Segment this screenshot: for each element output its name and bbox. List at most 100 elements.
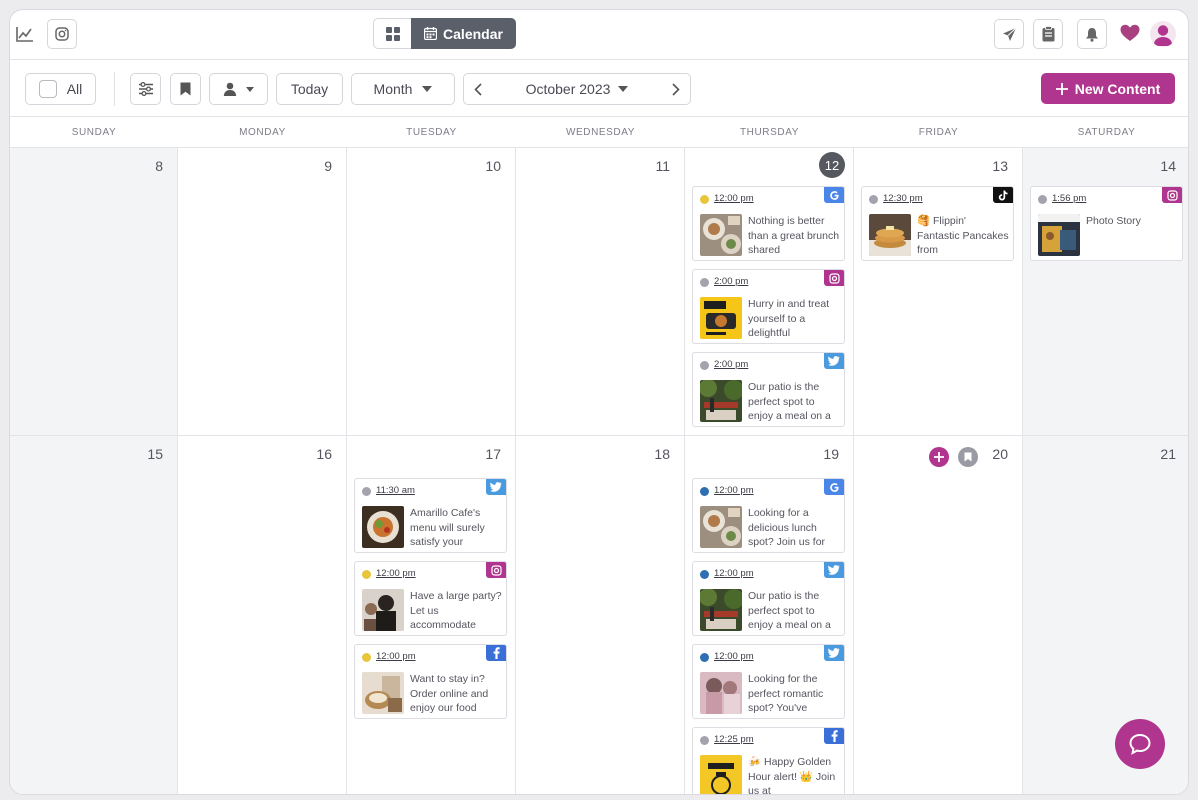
month-picker[interactable]: October 2023 xyxy=(526,81,629,97)
day-cell[interactable]: 10 xyxy=(347,148,516,436)
add-post-button[interactable] xyxy=(929,447,949,467)
post-thumbnail xyxy=(700,506,742,548)
day-cell[interactable]: 17 11:30 am Amarillo Cafe's menu will su… xyxy=(347,436,516,794)
analytics-icon[interactable] xyxy=(10,19,40,49)
post-text: 🥞 Flippin' Fantastic Pancakes from xyxy=(917,215,1009,256)
weekday-header: TUESDAY xyxy=(406,126,457,138)
bookmark-button[interactable] xyxy=(170,73,201,105)
status-dot xyxy=(700,570,709,579)
post-time[interactable]: 12:00 pm xyxy=(376,568,416,579)
post-time[interactable]: 12:00 pm xyxy=(714,568,754,579)
post-card[interactable]: 12:00 pm Looking for a delicious lunch s… xyxy=(692,478,845,553)
post-card[interactable]: 11:30 am Amarillo Cafe's menu will surel… xyxy=(354,478,507,553)
day-cell[interactable]: 9 xyxy=(178,148,347,436)
grid-icon xyxy=(385,26,400,41)
calendar-icon xyxy=(424,27,438,40)
day-cell[interactable]: 16 xyxy=(178,436,347,794)
day-cell[interactable]: 15 xyxy=(10,436,178,794)
post-time[interactable]: 2:00 pm xyxy=(714,276,748,287)
post-thumbnail xyxy=(362,589,404,631)
post-card[interactable]: 2:00 pm Hurry in and treat yourself to a… xyxy=(692,269,845,344)
twitter-icon xyxy=(486,479,506,495)
view-mode-dropdown[interactable]: Month xyxy=(351,73,455,105)
post-card[interactable]: 12:30 pm 🥞 Flippin' Fantastic Pancakes f… xyxy=(861,186,1014,261)
day-cell[interactable]: 8 xyxy=(10,148,178,436)
post-card[interactable]: 2:00 pm Our patio is the perfect spot to… xyxy=(692,352,845,427)
favorites-heart-icon[interactable] xyxy=(1120,24,1140,47)
select-all-checkbox[interactable] xyxy=(38,80,57,98)
post-card[interactable]: 12:00 pm Have a large party? Let us acco… xyxy=(354,561,507,636)
notifications-button[interactable] xyxy=(1077,19,1107,49)
post-thumbnail xyxy=(869,214,911,256)
day-number: 9 xyxy=(324,158,332,174)
user-filter-dropdown[interactable] xyxy=(209,73,268,105)
caret-down-icon xyxy=(618,86,629,92)
post-text: Our patio is the perfect spot to enjoy a… xyxy=(748,381,831,422)
twitter-icon xyxy=(824,353,844,369)
new-content-label: New Content xyxy=(1074,80,1161,97)
chevron-left-icon[interactable] xyxy=(474,82,482,96)
post-card[interactable]: 12:00 pm Looking for the perfect romanti… xyxy=(692,644,845,719)
post-time[interactable]: 2:00 pm xyxy=(714,359,748,370)
new-content-button[interactable]: New Content xyxy=(1041,73,1175,104)
post-card[interactable]: 12:00 pm Want to stay in? Order online a… xyxy=(354,644,507,719)
person-icon xyxy=(223,82,237,96)
post-card[interactable]: 12:25 pm 🍻 Happy Golden Hour alert! 👑 Jo… xyxy=(692,727,845,795)
sliders-icon xyxy=(138,82,153,96)
status-dot xyxy=(700,736,709,745)
post-time[interactable]: 11:30 am xyxy=(376,485,415,496)
chevron-right-icon[interactable] xyxy=(672,82,680,96)
status-dot xyxy=(362,653,371,662)
post-text: Hurry in and treat yourself to a delight… xyxy=(748,298,830,339)
day-number: 14 xyxy=(1160,158,1176,174)
status-dot xyxy=(700,653,709,662)
filter-button[interactable] xyxy=(130,73,161,105)
day-cell[interactable]: 18 xyxy=(516,436,685,794)
day-number: 13 xyxy=(992,158,1008,174)
post-card[interactable]: 12:00 pm Our patio is the perfect spot t… xyxy=(692,561,845,636)
today-label: Today xyxy=(290,81,329,97)
chat-support-button[interactable] xyxy=(1115,719,1165,769)
select-all-button[interactable]: All xyxy=(25,73,96,105)
day-cell[interactable]: 20 xyxy=(854,436,1023,794)
today-button[interactable]: Today xyxy=(276,73,343,105)
day-number: 21 xyxy=(1160,446,1176,462)
day-number: 17 xyxy=(485,446,501,462)
top-bar: Calendar xyxy=(10,10,1188,60)
plus-icon xyxy=(1055,82,1068,95)
post-time[interactable]: 12:00 pm xyxy=(714,651,754,662)
post-text: Looking for a delicious lunch spot? Join… xyxy=(748,507,826,548)
day-cell[interactable]: 13 12:30 pm 🥞 Flippin' Fantastic Pancake… xyxy=(854,148,1023,436)
post-time[interactable]: 12:30 pm xyxy=(883,193,923,204)
post-time[interactable]: 1:56 pm xyxy=(1052,193,1086,204)
day-cell[interactable]: 14 1:56 pm Photo Story xyxy=(1023,148,1188,436)
status-dot xyxy=(362,570,371,579)
day-cell[interactable]: 19 12:00 pm Looking for a delicious lunc… xyxy=(685,436,854,795)
post-time[interactable]: 12:00 pm xyxy=(714,485,754,496)
post-text: Want to stay in? Order online and enjoy … xyxy=(410,673,489,714)
post-thumbnail xyxy=(362,672,404,714)
post-text: 🍻 Happy Golden Hour alert! 👑 Join us at xyxy=(748,756,836,795)
facebook-icon xyxy=(824,728,844,744)
instagram-account-icon[interactable] xyxy=(47,19,77,49)
send-button[interactable] xyxy=(994,19,1024,49)
select-all-label: All xyxy=(66,81,83,97)
post-card[interactable]: 12:00 pm Nothing is better than a great … xyxy=(692,186,845,261)
day-cell-today[interactable]: 12 12:00 pm Nothing is better than a gre… xyxy=(685,148,854,436)
day-cell[interactable]: 11 xyxy=(516,148,685,436)
calendar-view-button[interactable]: Calendar xyxy=(411,18,516,49)
add-bookmark-button[interactable] xyxy=(958,447,978,467)
post-time[interactable]: 12:00 pm xyxy=(714,193,754,204)
month-navigator: October 2023 xyxy=(463,73,691,105)
status-dot xyxy=(700,487,709,496)
post-card[interactable]: 1:56 pm Photo Story xyxy=(1030,186,1183,261)
google-icon xyxy=(824,187,844,203)
google-icon xyxy=(824,479,844,495)
weekday-header: SUNDAY xyxy=(71,126,117,138)
post-text: Looking for the perfect romantic spot? Y… xyxy=(748,673,824,714)
post-time[interactable]: 12:25 pm xyxy=(714,734,754,745)
grid-view-button[interactable] xyxy=(373,18,411,49)
post-time[interactable]: 12:00 pm xyxy=(376,651,416,662)
clipboard-button[interactable] xyxy=(1033,19,1063,49)
user-avatar[interactable] xyxy=(1150,21,1176,47)
